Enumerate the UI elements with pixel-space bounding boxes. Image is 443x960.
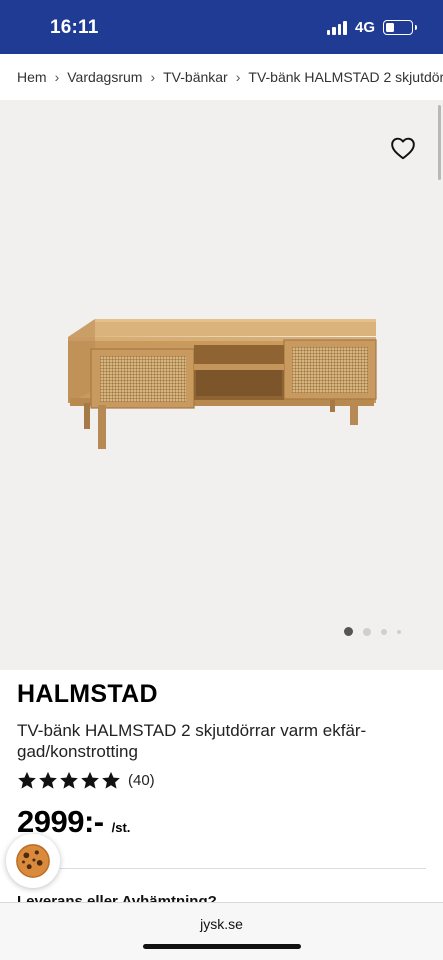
carousel-dot-active[interactable] xyxy=(344,627,353,636)
star-icon xyxy=(60,771,78,789)
rattan-panel-right xyxy=(292,347,368,393)
breadcrumb-vardagsrum[interactable]: Vardagsrum xyxy=(67,69,142,85)
product-image-gallery[interactable] xyxy=(0,100,443,670)
page-scrollbar[interactable] xyxy=(438,105,441,180)
chevron-right-icon: › xyxy=(150,69,156,85)
cellular-signal-icon xyxy=(326,20,349,35)
product-description: TV-bänk HALMSTAD 2 skjutdörrar varm ekfä… xyxy=(17,721,367,761)
carousel-dot[interactable] xyxy=(381,628,387,635)
chevron-right-icon: › xyxy=(54,69,60,85)
breadcrumb-current[interactable]: TV-bänk HALMSTAD 2 skjutdörrar xyxy=(248,69,443,85)
star-rating xyxy=(17,771,122,790)
breadcrumb-tv-bankar[interactable]: TV-bänkar xyxy=(163,69,228,85)
carousel-dot[interactable] xyxy=(397,629,401,634)
star-icon xyxy=(102,771,120,789)
home-indicator[interactable] xyxy=(143,944,301,949)
star-icon xyxy=(81,771,99,789)
product-name: HALMSTAD xyxy=(17,680,158,708)
product-rating[interactable]: (40) xyxy=(17,771,155,790)
review-count[interactable]: (40) xyxy=(128,772,155,789)
carousel-dots xyxy=(344,627,411,636)
rattan-panel-left xyxy=(100,356,186,402)
chevron-right-icon: › xyxy=(235,69,241,85)
product-image xyxy=(68,319,377,449)
star-icon xyxy=(39,771,57,789)
status-time: 16:11 xyxy=(50,17,99,38)
network-type: 4G xyxy=(354,19,375,36)
status-bar: 16:11 4G xyxy=(0,0,443,54)
url-text[interactable]: jysk.se xyxy=(0,916,443,932)
cookie-settings-button[interactable] xyxy=(6,834,60,888)
carousel-dot[interactable] xyxy=(363,627,371,636)
delivery-section-heading: Leverans eller Avhämtning? xyxy=(17,893,217,902)
breadcrumb-home[interactable]: Hem xyxy=(17,69,47,85)
star-icon xyxy=(18,771,36,789)
cookie-icon xyxy=(16,844,50,878)
status-indicators: 4G xyxy=(326,19,417,36)
wishlist-button[interactable] xyxy=(390,136,416,160)
divider xyxy=(60,868,426,869)
heart-outline-icon xyxy=(391,137,415,160)
price-unit: /st. xyxy=(111,820,131,835)
battery-icon xyxy=(383,20,417,35)
browser-url-bar[interactable]: jysk.se xyxy=(0,902,443,960)
breadcrumb: Hem › Vardagsrum › TV-bänkar › TV-bänk H… xyxy=(0,54,443,100)
